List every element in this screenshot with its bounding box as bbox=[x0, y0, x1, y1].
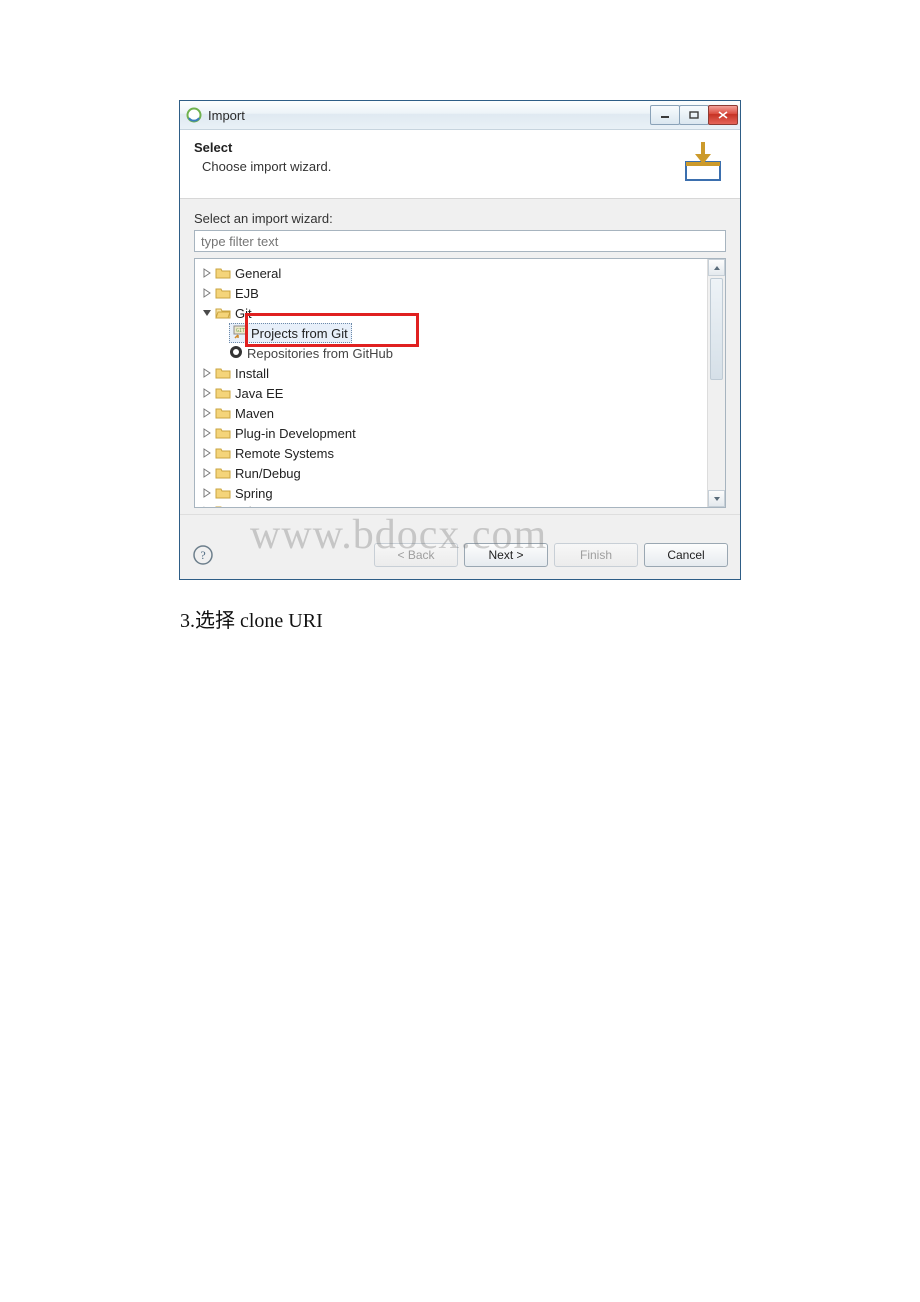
banner-heading: Select bbox=[194, 140, 680, 155]
tree-item-git[interactable]: Git bbox=[199, 303, 707, 323]
tree-item-partial[interactable]: T..l.. bbox=[199, 503, 707, 507]
folder-icon bbox=[215, 425, 231, 441]
folder-icon bbox=[215, 465, 231, 481]
banner-subheading: Choose import wizard. bbox=[202, 159, 680, 174]
scroll-down-icon[interactable] bbox=[708, 490, 725, 507]
tree-item-label: T..l.. bbox=[235, 504, 259, 508]
finish-button[interactable]: Finish bbox=[554, 543, 638, 567]
tree-item-label: Run/Debug bbox=[235, 466, 301, 481]
scroll-track[interactable] bbox=[708, 276, 725, 490]
wizard-tree: General EJB bbox=[194, 258, 726, 508]
folder-icon bbox=[215, 365, 231, 381]
scroll-up-icon[interactable] bbox=[708, 259, 725, 276]
filter-input[interactable] bbox=[194, 230, 726, 252]
tree-item-maven[interactable]: Maven bbox=[199, 403, 707, 423]
tree-item-label: Maven bbox=[235, 406, 274, 421]
tree-item-projects-from-git[interactable]: GIT Projects from Git bbox=[229, 323, 707, 343]
tree-item-remote-systems[interactable]: Remote Systems bbox=[199, 443, 707, 463]
step-caption: 3.选择 clone URI bbox=[180, 604, 740, 633]
tree-item-spring[interactable]: Spring bbox=[199, 483, 707, 503]
expand-icon[interactable] bbox=[199, 506, 215, 507]
tree-scrollbar[interactable] bbox=[707, 259, 725, 507]
back-button[interactable]: < Back bbox=[374, 543, 458, 567]
maximize-button[interactable] bbox=[679, 105, 709, 125]
svg-text:GIT: GIT bbox=[236, 328, 245, 334]
next-button[interactable]: Next > bbox=[464, 543, 548, 567]
tree-item-label: Git bbox=[235, 306, 252, 321]
github-icon bbox=[229, 345, 243, 362]
tree-item-plugin-dev[interactable]: Plug-in Development bbox=[199, 423, 707, 443]
expand-icon[interactable] bbox=[199, 488, 215, 498]
folder-icon bbox=[215, 285, 231, 301]
expand-icon[interactable] bbox=[199, 288, 215, 298]
expand-icon[interactable] bbox=[199, 448, 215, 458]
expand-icon[interactable] bbox=[199, 268, 215, 278]
filter-label: Select an import wizard: bbox=[194, 211, 726, 226]
tree-item-install[interactable]: Install bbox=[199, 363, 707, 383]
close-button[interactable] bbox=[708, 105, 738, 125]
git-project-icon: GIT bbox=[233, 325, 247, 342]
folder-icon bbox=[215, 405, 231, 421]
tree-item-label: EJB bbox=[235, 286, 259, 301]
tree-item-label: Plug-in Development bbox=[235, 426, 356, 441]
scroll-thumb[interactable] bbox=[710, 278, 723, 380]
expand-icon[interactable] bbox=[199, 468, 215, 478]
folder-icon bbox=[215, 385, 231, 401]
svg-text:?: ? bbox=[200, 548, 205, 562]
tree-item-label: Repositories from GitHub bbox=[247, 346, 393, 361]
app-icon bbox=[186, 107, 202, 123]
expand-icon[interactable] bbox=[199, 428, 215, 438]
tree-item-label: Projects from Git bbox=[251, 326, 348, 341]
help-icon[interactable]: ? bbox=[192, 544, 214, 566]
expand-icon[interactable] bbox=[199, 408, 215, 418]
tree-item-label: Remote Systems bbox=[235, 446, 334, 461]
collapse-icon[interactable] bbox=[199, 308, 215, 318]
button-bar: www.bdocx.com ? < Back Next > Finish Can… bbox=[180, 514, 740, 579]
tree-item-javaee[interactable]: Java EE bbox=[199, 383, 707, 403]
tree-item-repos-from-github[interactable]: Repositories from GitHub bbox=[229, 343, 707, 363]
wizard-body: Select an import wizard: General bbox=[180, 199, 740, 514]
folder-icon bbox=[215, 503, 231, 507]
tree-item-general[interactable]: General bbox=[199, 263, 707, 283]
tree-item-ejb[interactable]: EJB bbox=[199, 283, 707, 303]
titlebar: Import bbox=[180, 101, 740, 130]
tree-item-label: Spring bbox=[235, 486, 273, 501]
tree-item-label: Install bbox=[235, 366, 269, 381]
import-icon bbox=[680, 140, 726, 186]
tree-item-label: General bbox=[235, 266, 281, 281]
minimize-button[interactable] bbox=[650, 105, 680, 125]
import-dialog: Import Select Choose import wizard. bbox=[179, 100, 741, 580]
folder-icon bbox=[215, 485, 231, 501]
tree-item-run-debug[interactable]: Run/Debug bbox=[199, 463, 707, 483]
folder-icon bbox=[215, 265, 231, 281]
folder-open-icon bbox=[215, 305, 231, 321]
folder-icon bbox=[215, 445, 231, 461]
window-title: Import bbox=[208, 108, 651, 123]
wizard-banner: Select Choose import wizard. bbox=[180, 130, 740, 199]
expand-icon[interactable] bbox=[199, 388, 215, 398]
expand-icon[interactable] bbox=[199, 368, 215, 378]
tree-item-label: Java EE bbox=[235, 386, 283, 401]
cancel-button[interactable]: Cancel bbox=[644, 543, 728, 567]
